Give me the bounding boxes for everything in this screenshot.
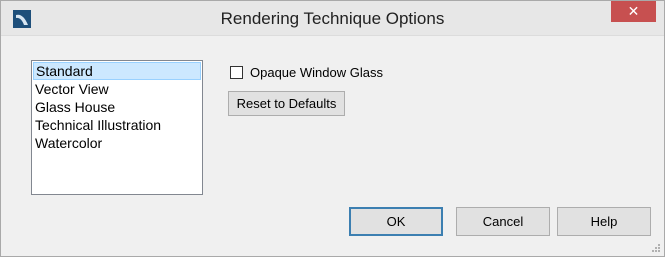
cancel-button[interactable]: Cancel	[456, 207, 550, 236]
list-item-technical-illustration[interactable]: Technical Illustration	[33, 116, 201, 134]
list-item-vector-view[interactable]: Vector View	[33, 80, 201, 98]
ok-button[interactable]: OK	[349, 207, 443, 236]
rendering-technique-options-dialog: Rendering Technique Options ✕ Standard V…	[0, 0, 665, 257]
list-item-standard[interactable]: Standard	[33, 62, 201, 80]
list-item-glass-house[interactable]: Glass House	[33, 98, 201, 116]
opaque-window-glass-checkbox[interactable]	[230, 65, 243, 79]
reset-to-defaults-button[interactable]: Reset to Defaults	[228, 91, 345, 116]
help-button[interactable]: Help	[557, 207, 651, 236]
window-title: Rendering Technique Options	[220, 9, 445, 28]
close-button[interactable]: ✕	[611, 1, 656, 22]
opaque-window-glass-label: Opaque Window Glass	[250, 64, 383, 80]
technique-listbox[interactable]: Standard Vector View Glass House Technic…	[31, 60, 203, 195]
resize-grip-icon[interactable]	[651, 243, 661, 253]
title-bar[interactable]: Rendering Technique Options ✕	[1, 1, 664, 36]
opaque-window-glass-option[interactable]: Opaque Window Glass	[230, 64, 383, 80]
close-icon: ✕	[627, 3, 640, 19]
list-item-watercolor[interactable]: Watercolor	[33, 134, 201, 152]
